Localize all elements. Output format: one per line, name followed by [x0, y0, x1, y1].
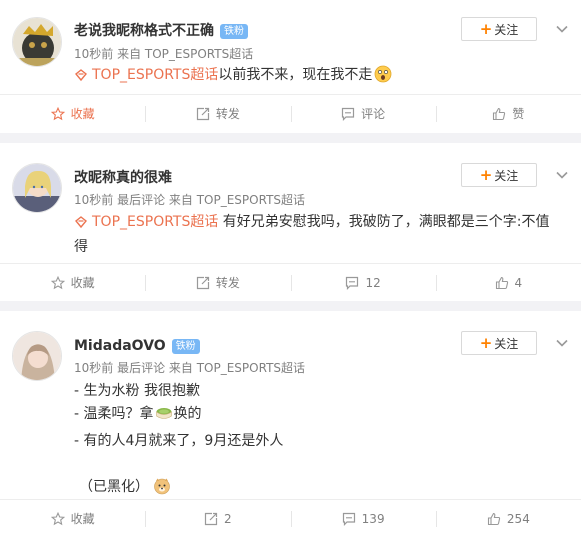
- repost-count: 2: [224, 511, 232, 526]
- scared-face-emoji: [374, 65, 392, 90]
- star-icon: [50, 275, 65, 289]
- post-text-line: 得: [74, 239, 88, 255]
- post-text-line: - 有的人4月就来了，9月还是外人: [74, 433, 284, 449]
- chevron-down-icon[interactable]: [555, 22, 569, 36]
- repost-button[interactable]: 2: [145, 500, 290, 537]
- post-meta: 10秒前 来自 TOP_ESPORTS超话: [74, 47, 254, 61]
- comment-icon: [342, 512, 355, 526]
- post-text-line: - 温柔吗？拿 换的: [74, 403, 557, 430]
- chevron-down-icon[interactable]: [555, 168, 569, 182]
- post-meta: 10秒前 最后评论 来自 TOP_ESPORTS超话: [74, 193, 306, 207]
- comment-button[interactable]: 12: [290, 264, 436, 301]
- post-card: 改昵称真的很难 10秒前 最后评论 来自 TOP_ESPORTS超话 + 关注 T…: [0, 143, 581, 301]
- post-text-line: TOP_ESPORTS超话 有好兄弟安慰我吗，我破防了，满眼都是三个字:不值: [74, 211, 557, 236]
- like-icon: [495, 276, 508, 289]
- favorite-button[interactable]: 收藏: [0, 264, 145, 301]
- post-card: MidadaOVO 铁粉 10秒前 最后评论 来自 TOP_ESPORTS超话 +…: [0, 311, 581, 537]
- repost-icon: [196, 276, 209, 289]
- post-text: （已黑化）: [79, 479, 149, 495]
- username-text[interactable]: 老说我昵称格式不正确: [74, 23, 214, 39]
- action-bar: 收藏 转发 评论 赞: [0, 94, 581, 132]
- repost-icon: [196, 107, 209, 120]
- like-count: 254: [506, 511, 530, 526]
- comment-label: 评论: [361, 107, 386, 121]
- avatar[interactable]: [12, 163, 62, 213]
- plus-icon: +: [479, 20, 493, 38]
- post-meta: 10秒前 最后评论 来自 TOP_ESPORTS超话: [74, 361, 306, 375]
- like-label: 赞: [512, 107, 525, 121]
- favorite-label: 收藏: [70, 512, 95, 526]
- post-text: 有好兄弟安慰我吗，我破防了，满眼都是三个字:不值: [218, 214, 550, 230]
- post-text-line: - 生为水粉 我很抱歉: [74, 383, 200, 399]
- matcha-cake-emoji: [155, 404, 173, 430]
- follow-label: 关注: [494, 169, 519, 183]
- post-text: - 温柔吗？拿: [74, 406, 154, 422]
- comment-button[interactable]: 139: [290, 500, 436, 537]
- fan-badge: 铁粉: [220, 24, 248, 39]
- super-topic-icon: [74, 67, 88, 89]
- action-bar: 收藏 2 139 254: [0, 499, 581, 537]
- like-button[interactable]: 4: [435, 264, 581, 301]
- comment-icon: [342, 107, 355, 121]
- favorite-button[interactable]: 收藏: [0, 95, 145, 132]
- post-content: - 生为水粉 我很抱歉 - 温柔吗？拿 换的 - 有的人4月就来了，9月还是外人 …: [74, 380, 557, 503]
- fan-badge: 铁粉: [171, 339, 200, 354]
- username[interactable]: MidadaOVO 铁粉: [74, 337, 200, 355]
- repost-button[interactable]: 转发: [145, 264, 290, 301]
- topic-link[interactable]: TOP_ESPORTS超话: [92, 67, 218, 83]
- super-topic-icon: [74, 214, 88, 236]
- comment-button[interactable]: 评论: [290, 95, 436, 132]
- chevron-down-icon[interactable]: [555, 336, 569, 350]
- favorite-button[interactable]: 收藏: [0, 500, 145, 537]
- follow-button[interactable]: + 关注: [461, 331, 537, 355]
- like-button[interactable]: 254: [435, 500, 581, 537]
- comment-icon: [346, 276, 359, 290]
- like-icon: [493, 107, 506, 120]
- avatar[interactable]: [12, 17, 62, 67]
- star-icon: [50, 511, 65, 525]
- topic-link[interactable]: TOP_ESPORTS超话: [92, 214, 218, 230]
- star-icon: [50, 106, 65, 120]
- avatar[interactable]: [12, 331, 62, 381]
- follow-button[interactable]: + 关注: [461, 17, 537, 41]
- favorite-label: 收藏: [70, 276, 95, 290]
- comment-count: 12: [365, 275, 381, 290]
- action-bar: 收藏 转发 12 4: [0, 263, 581, 301]
- plus-icon: +: [479, 166, 493, 184]
- like-icon: [487, 512, 501, 525]
- comment-count: 139: [361, 511, 385, 526]
- plus-icon: +: [479, 334, 493, 352]
- repost-label: 转发: [215, 107, 240, 121]
- username[interactable]: 老说我昵称格式不正确 铁粉: [74, 22, 248, 40]
- post-text: 以前我不来，现在我不走: [218, 67, 373, 83]
- repost-icon: [204, 512, 218, 525]
- like-button[interactable]: 赞: [435, 95, 581, 132]
- follow-label: 关注: [494, 23, 519, 37]
- post-text: 换的: [173, 406, 202, 422]
- username-text[interactable]: MidadaOVO: [74, 338, 166, 354]
- username[interactable]: 改昵称真的很难: [74, 169, 172, 187]
- follow-button[interactable]: + 关注: [461, 163, 537, 187]
- follow-label: 关注: [494, 337, 519, 351]
- post-content: TOP_ESPORTS超话以前我不来，现在我不走: [74, 64, 557, 90]
- post-card: 老说我昵称格式不正确 铁粉 10秒前 来自 TOP_ESPORTS超话 + 关注 T…: [0, 0, 581, 133]
- username-text[interactable]: 改昵称真的很难: [74, 170, 172, 186]
- repost-button[interactable]: 转发: [145, 95, 290, 132]
- post-content: TOP_ESPORTS超话 有好兄弟安慰我吗，我破防了，满眼都是三个字:不值 得: [74, 211, 557, 258]
- like-count: 4: [514, 275, 523, 290]
- favorite-label: 收藏: [70, 107, 95, 121]
- repost-label: 转发: [215, 276, 240, 290]
